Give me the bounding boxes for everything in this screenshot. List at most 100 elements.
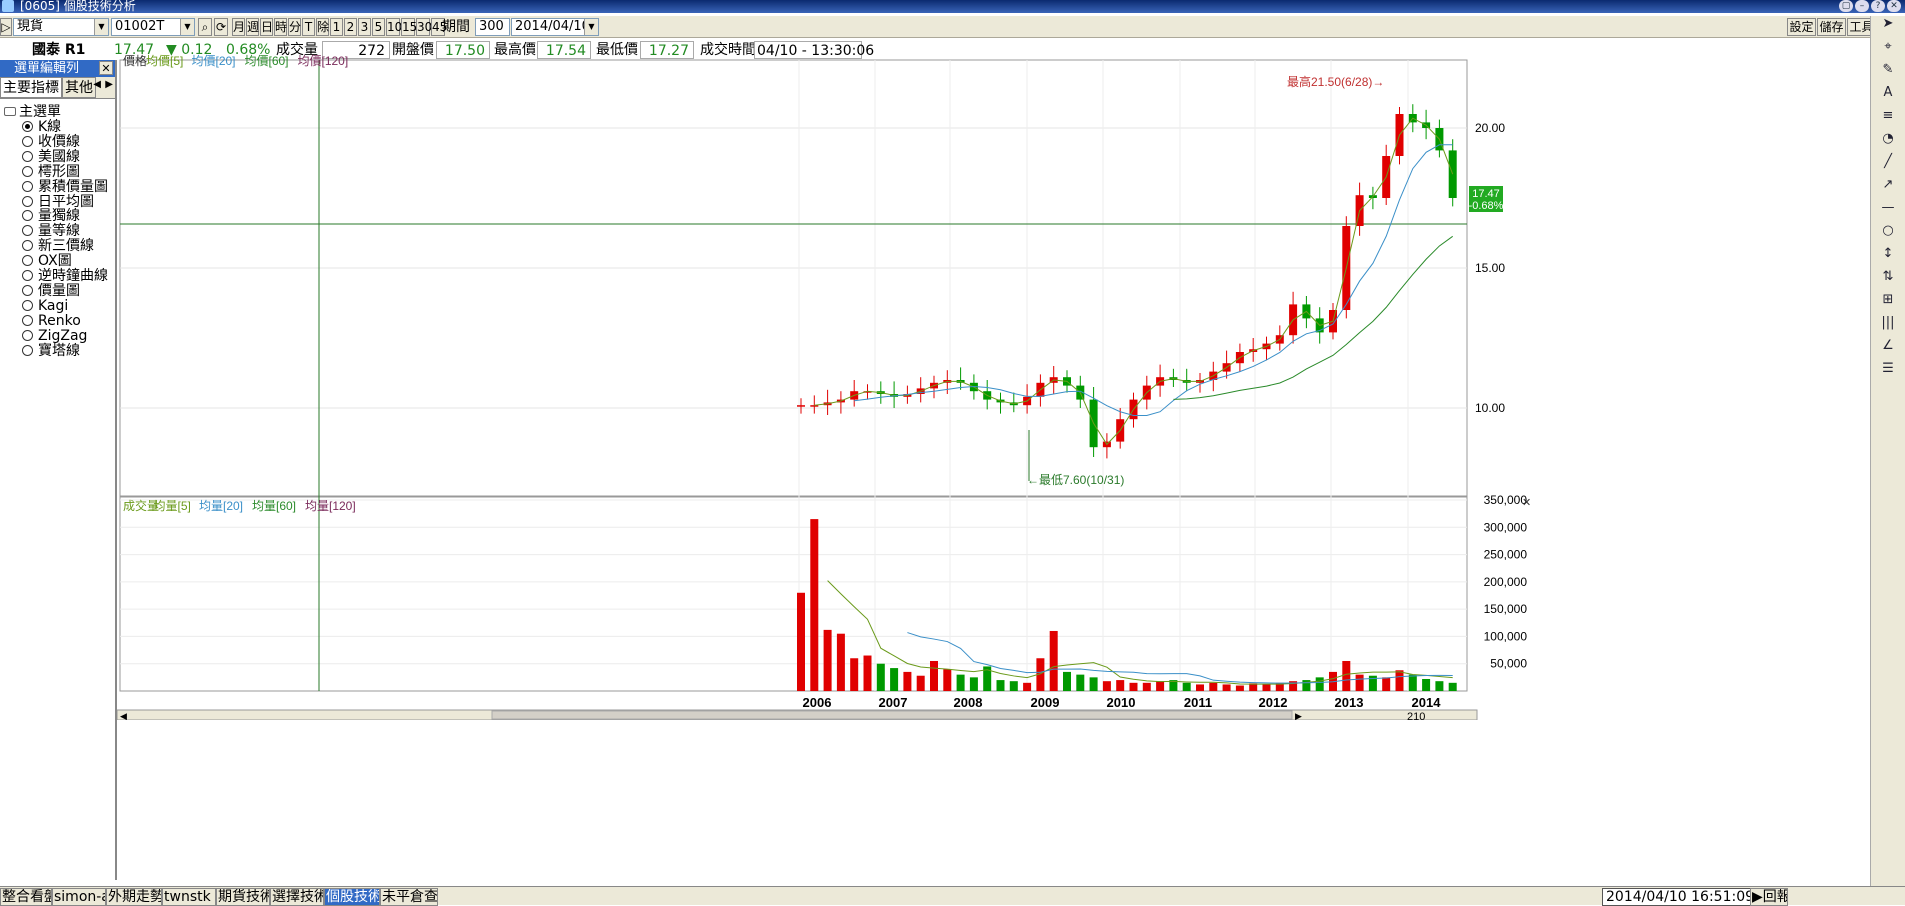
tab-scroll-left-icon[interactable]: ◀ [93,79,101,90]
help-icon[interactable]: ? [1871,0,1885,12]
sidebar-close-button[interactable]: ✕ [99,61,113,75]
volume-bar [876,663,885,691]
sidebar-item-13[interactable]: Renko [0,312,115,329]
tab-simon-ab[interactable]: simon-ab [52,888,106,906]
sidebar-item-1[interactable]: 收價線 [0,134,115,150]
ruler-icon[interactable]: ✎ [1871,62,1905,85]
date-input[interactable]: 2014/04/10 ▼ [511,18,599,36]
tab-other[interactable]: 其他 [62,77,96,98]
market-select[interactable]: 現貨 ▼ [13,18,109,36]
sidebar-item-label: 樗形圖 [38,163,80,180]
period-button-0[interactable]: 月 [232,18,245,36]
volume-bar [850,658,859,691]
radio-icon [22,180,33,192]
tab-twnstk[interactable]: twnstk [162,888,216,906]
sidebar-item-11[interactable]: 價量圖 [0,284,115,299]
volume-bar [1129,682,1138,691]
sidebar-item-10[interactable]: 逆時鐘曲線 [0,269,115,284]
period-button-12[interactable]: 15 [401,18,417,36]
radio-icon [22,135,33,147]
period-button-13[interactable]: 30 [416,18,432,36]
sidebar-item-2[interactable]: 美國線 [0,149,115,165]
save-button[interactable]: 儲存 [1817,18,1846,36]
chevron-down-icon: ▼ [94,19,108,35]
sidebar-item-8[interactable]: 新三價線 [0,239,115,254]
radio-icon [22,240,33,252]
volume-bar [1448,682,1457,691]
grid-icon[interactable]: ⊞ [1871,292,1905,315]
volume-bar [1049,630,1058,691]
sidebar-item-label: ZigZag [38,327,88,344]
x-axis-year-label: 2010 [1107,695,1136,710]
volume-bar [1156,681,1165,691]
cycle-icon[interactable]: ◔ [1871,131,1905,154]
sidebar-item-7[interactable]: 量等線 [0,224,115,239]
sidebar-item-label: 新三價線 [38,238,94,255]
circle-icon[interactable]: ○ [1871,223,1905,246]
period-button-10[interactable]: 5 [372,18,385,36]
tab-main-indicators[interactable]: 主要指標 [0,77,62,98]
period-button-6[interactable]: 除 [316,18,329,36]
volume-bar [969,677,978,691]
sidebar-item-15[interactable]: 寶塔線 [0,343,115,359]
tab-options-tech[interactable]: 選擇技術 [270,888,324,906]
period-button-3[interactable]: 時 [274,18,287,36]
radio-icon [22,329,33,341]
last-price-badge-value: 17.47 [1472,188,1500,200]
period-input[interactable]: 300 [475,18,510,36]
toolbar-arrow-button[interactable]: ▷ [0,18,12,36]
period-button-7[interactable]: 1 [330,18,343,36]
tab-scroll-right-icon[interactable]: ▶ [105,79,113,90]
x-axis-year-label: 2008 [954,695,983,710]
arrow-icon[interactable]: ↗ [1871,177,1905,200]
hline-icon[interactable]: — [1871,200,1905,223]
sidebar-item-12[interactable]: Kagi [0,298,115,314]
ma20-line [854,144,1453,416]
restore-icon[interactable]: ▢ [1839,0,1853,12]
text-icon[interactable]: A [1871,85,1905,108]
sidebar-item-0[interactable]: K線 [0,120,115,135]
fan-icon[interactable]: ∠ [1871,338,1905,361]
tab-dashboard[interactable]: 整合看盤 [0,888,52,906]
channel-icon[interactable]: ☰ [1871,361,1905,384]
period-button-5[interactable]: T [302,18,315,36]
lines-icon[interactable]: ≡ [1871,108,1905,131]
sidebar-item-3[interactable]: 樗形圖 [0,163,115,180]
period-button-2[interactable]: 日 [260,18,273,36]
drawing-toolbar: ➤ ⌖ ✎ A ≡ ◔ ╱ ↗ — ○ ↕ ⇅ ⊞ ||| ∠ ☰ [1870,16,1905,886]
menu-root[interactable]: 主選單 [0,105,115,120]
bars-icon[interactable]: ||| [1871,315,1905,338]
sidebar-item-5[interactable]: 日平均圖 [0,194,115,210]
period-button-1[interactable]: 週 [246,18,259,36]
refresh-button[interactable]: ⟳ [214,18,228,36]
x-axis-year-label: 2006 [803,695,832,710]
vline-icon[interactable]: ↕ [1871,246,1905,269]
tab-unclosed-query[interactable]: 未平倉查詢 [380,888,438,906]
period-button-11[interactable]: 10 [386,18,402,36]
sidebar-item-label: Renko [38,312,81,329]
period-button-4[interactable]: 分 [288,18,301,36]
crosshair-icon[interactable]: ⌖ [1871,39,1905,62]
sidebar-item-9[interactable]: OX圖 [0,254,115,269]
fibo-icon[interactable]: ⇅ [1871,269,1905,292]
minimize-icon[interactable]: – [1855,0,1869,12]
tab-foreign-trend[interactable]: 外期走勢 [106,888,162,906]
volume-legend-item: 均量[60] [252,499,296,513]
sidebar-item-14[interactable]: ZigZag [0,327,115,344]
tab-futures-tech[interactable]: 期貨技術 [216,888,270,906]
volume-bar [1355,674,1364,691]
zoom-value: 210 [1407,711,1425,720]
settings-button[interactable]: 設定 [1787,18,1816,36]
menu-root-label: 主選單 [19,104,61,120]
report-button[interactable]: ▶回報 [1750,888,1788,906]
line-icon[interactable]: ╱ [1871,154,1905,177]
period-button-9[interactable]: 3 [358,18,371,36]
tab-stock-tech[interactable]: 個股技術 [324,888,380,906]
cursor-icon[interactable]: ➤ [1871,16,1905,39]
period-button-8[interactable]: 2 [344,18,357,36]
chart-area[interactable]: 20.00 15.00 10.00 350,000 300,000 250,000 200,… [117,50,1870,720]
close-icon[interactable]: ✕ [1887,0,1901,12]
sidebar-item-4[interactable]: 累積價量圖 [0,179,115,195]
search-button[interactable]: ⌕ [198,18,212,36]
symbol-input[interactable]: 01002T ▼ [111,18,195,36]
